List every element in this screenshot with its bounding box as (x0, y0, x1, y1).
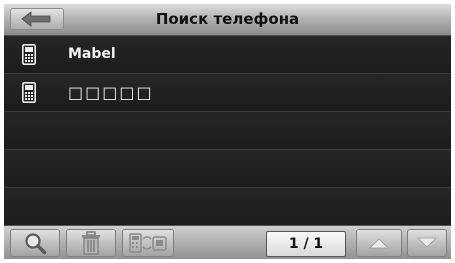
empty-row (4, 112, 451, 150)
arrow-up-icon (369, 238, 389, 249)
page-title: Поиск телефона (155, 10, 300, 28)
delete-button[interactable] (66, 229, 116, 257)
page-indicator: 1 / 1 (266, 231, 346, 257)
device-row-unnamed[interactable]: □□□□□ (4, 74, 451, 112)
trash-icon (82, 231, 100, 255)
search-button[interactable] (10, 229, 60, 257)
device-name: □□□□□ (68, 83, 154, 102)
phone-link-icon (129, 233, 167, 253)
title-bar: Поиск телефона (4, 4, 451, 36)
pair-button[interactable] (122, 229, 174, 257)
phone-icon (22, 82, 36, 103)
magnifier-icon (25, 233, 47, 255)
bottom-toolbar: 1 / 1 (4, 225, 451, 259)
scroll-up-button[interactable] (356, 229, 402, 257)
empty-row (4, 150, 451, 188)
phone-icon (22, 44, 36, 65)
empty-row (4, 188, 451, 226)
phone-search-screen: Поиск телефона Mabel □□□□□ 1 / 1 (4, 4, 451, 259)
device-name: Mabel (68, 46, 116, 62)
scroll-down-button[interactable] (407, 229, 447, 257)
arrow-down-icon (417, 237, 437, 248)
device-row-mabel[interactable]: Mabel (4, 36, 451, 74)
device-list: Mabel □□□□□ (4, 36, 451, 226)
